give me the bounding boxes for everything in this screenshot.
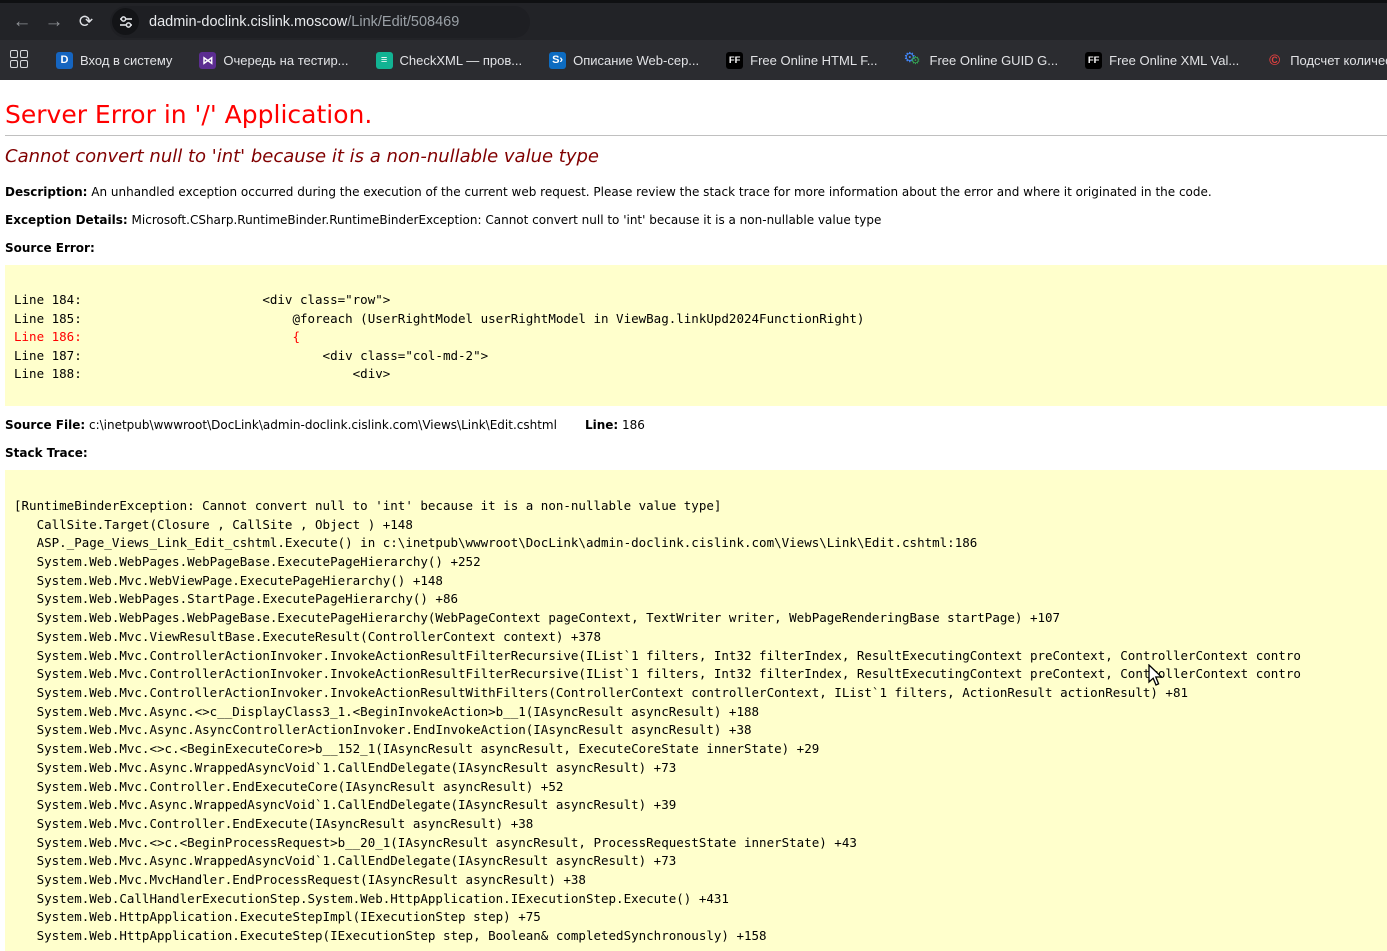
bookmark-item[interactable]: ⋈ Очередь на тестир... <box>199 51 349 69</box>
bookmark-item[interactable]: © Подсчет количеств... <box>1266 52 1387 69</box>
source-file-line: Source File: c:\inetpub\wwwroot\DocLink\… <box>5 418 1387 432</box>
stack-line: System.Web.Mvc.<>c.<BeginProcessRequest>… <box>14 834 857 850</box>
back-button[interactable]: ← <box>6 6 38 38</box>
bookmark-favicon: FF <box>726 51 744 69</box>
title-divider <box>5 135 1387 136</box>
code-line: Line 187: <div class="col-md-2"> <box>14 347 489 363</box>
bookmark-label: Free Online XML Val... <box>1109 52 1240 68</box>
bookmark-label: Подсчет количеств... <box>1290 52 1387 68</box>
stack-trace-text: [RuntimeBinderException: Cannot convert … <box>5 470 1387 951</box>
reload-icon: ⟳ <box>78 11 94 31</box>
exception-details-line: Exception Details: Microsoft.CSharp.Runt… <box>5 213 1387 227</box>
gears-icon: ⚙ ⚙ <box>903 48 921 67</box>
bookmark-label: CheckXML — пров... <box>399 52 523 68</box>
stack-line: System.Web.Mvc.<>c.<BeginExecuteCore>b__… <box>14 741 820 757</box>
bookmark-favicon: © <box>1269 51 1281 69</box>
stack-line: System.Web.Mvc.Async.WrappedAsyncVoid`1.… <box>14 759 677 775</box>
stack-line: [RuntimeBinderException: Cannot convert … <box>14 497 722 513</box>
stack-line: System.Web.WebPages.StartPage.ExecutePag… <box>14 591 459 607</box>
stack-line: System.Web.Mvc.Async.WrappedAsyncVoid`1.… <box>14 797 677 813</box>
stack-line: System.Web.CallHandlerExecutionStep.Syst… <box>14 890 729 906</box>
description-line: Description: An unhandled exception occu… <box>5 185 1387 199</box>
stack-line: System.Web.Mvc.MvcHandler.EndProcessRequ… <box>14 872 586 888</box>
source-error-label: Source Error: <box>5 241 95 255</box>
code-line: Line 188: <div> <box>14 366 391 382</box>
code-line: Line 185: @foreach (UserRightModel userR… <box>14 310 865 326</box>
source-error-box: Line 184: <div class="row"> Line 185: @fo… <box>5 265 1387 406</box>
bookmark-label: Free Online HTML F... <box>750 52 878 68</box>
bookmark-item[interactable]: S› Описание Web-сер... <box>549 51 700 69</box>
url-path: /Link/Edit/508469 <box>347 13 460 30</box>
bookmark-favicon: D <box>56 51 73 69</box>
bookmark-favicon: S› <box>549 51 567 69</box>
arrow-left-icon: ← <box>12 10 32 32</box>
stack-line: System.Web.Mvc.ControllerActionInvoker.I… <box>14 666 1301 682</box>
stack-line: ASP._Page_Views_Link_Edit_cshtml.Execute… <box>14 535 978 551</box>
bookmark-item[interactable]: FF Free Online HTML F... <box>726 51 878 69</box>
stack-line: System.Web.Mvc.WebViewPage.ExecutePageHi… <box>14 572 443 588</box>
exception-details-text: Microsoft.CSharp.RuntimeBinder.RuntimeBi… <box>131 213 882 227</box>
page-title: Server Error in '/' Application. <box>5 100 373 129</box>
bookmark-label: Описание Web-сер... <box>573 52 700 68</box>
stack-line: System.Web.Mvc.Async.AsyncControllerActi… <box>14 722 752 738</box>
apps-grid-icon[interactable] <box>10 50 28 70</box>
error-subtitle: Cannot convert null to 'int' because it … <box>5 146 599 167</box>
line-label: Line: <box>584 417 619 432</box>
error-code-line: Line 186: { <box>14 329 300 345</box>
bookmark-item[interactable]: ⚙ ⚙ Free Online GUID G... <box>903 48 1059 69</box>
site-settings-badge[interactable] <box>112 8 139 35</box>
bookmark-favicon: FF <box>1085 51 1103 69</box>
code-line: Line 184: <div class="row"> <box>14 292 391 307</box>
stack-line: CallSite.Target(Closure , CallSite , Obj… <box>14 516 413 532</box>
error-page: Server Error in '/' Application. Cannot … <box>0 80 1387 951</box>
tune-icon <box>119 15 132 28</box>
bookmark-favicon: ≡ <box>375 51 393 69</box>
stack-line: System.Web.WebPages.WebPageBase.ExecuteP… <box>14 554 481 570</box>
address-bar[interactable]: dadmin-doclink.cislink.moscow/Link/Edit/… <box>110 5 530 38</box>
stack-line: System.Web.Mvc.Controller.EndExecute(IAs… <box>14 815 534 831</box>
browser-toolbar: ← → ⟳ dadmin-doclink.cislink.moscow/Link… <box>0 3 1387 40</box>
stack-line: System.Web.Mvc.Async.WrappedAsyncVoid`1.… <box>14 853 677 869</box>
line-number: 186 <box>622 417 645 432</box>
stack-line: System.Web.WebPages.WebPageBase.ExecuteP… <box>14 610 1061 626</box>
stack-line: System.Web.Mvc.ViewResultBase.ExecuteRes… <box>14 628 601 644</box>
stack-line: System.Web.Mvc.ControllerActionInvoker.I… <box>14 647 1301 663</box>
bookmark-item[interactable]: FF Free Online XML Val... <box>1085 51 1240 69</box>
url-host: dadmin-doclink.cislink.moscow <box>149 13 348 30</box>
bookmark-label: Free Online GUID G... <box>929 52 1059 68</box>
stack-line: System.Web.Mvc.Async.<>c__DisplayClass3_… <box>14 703 760 719</box>
source-file-path: c:\inetpub\wwwroot\DocLink\admin-doclink… <box>88 417 557 432</box>
bookmark-label: Вход в систему <box>80 52 173 68</box>
reload-button[interactable]: ⟳ <box>70 6 102 38</box>
stack-line: System.Web.HttpApplication.ExecuteStepIm… <box>14 909 541 925</box>
bookmark-item[interactable]: D Вход в систему <box>56 51 173 69</box>
stack-line: System.Web.Mvc.ControllerActionInvoker.I… <box>14 685 1188 700</box>
bookmark-item[interactable]: ≡ CheckXML — пров... <box>375 51 523 69</box>
description-text: An unhandled exception occurred during t… <box>91 185 1212 199</box>
url-text[interactable]: dadmin-doclink.cislink.moscow/Link/Edit/… <box>149 14 459 30</box>
source-file-label: Source File: <box>5 417 86 432</box>
bookmark-label: Очередь на тестир... <box>223 52 349 68</box>
stack-trace-box: [RuntimeBinderException: Cannot convert … <box>5 469 1387 951</box>
exception-details-label: Exception Details: <box>5 213 128 227</box>
description-label: Description: <box>5 185 88 199</box>
arrow-right-icon: → <box>44 10 64 32</box>
bookmark-favicon: ⋈ <box>199 51 217 69</box>
stack-line: System.Web.Mvc.Controller.EndExecuteCore… <box>14 778 564 794</box>
stack-line: System.Web.HttpApplication.ExecuteStep(I… <box>14 928 767 944</box>
stack-trace-label: Stack Trace: <box>5 445 88 460</box>
forward-button[interactable]: → <box>38 6 70 38</box>
source-code: Line 184: <div class="row"> Line 185: @fo… <box>5 265 1387 406</box>
bookmarks-bar: D Вход в систему ⋈ Очередь на тестир... … <box>0 40 1387 80</box>
